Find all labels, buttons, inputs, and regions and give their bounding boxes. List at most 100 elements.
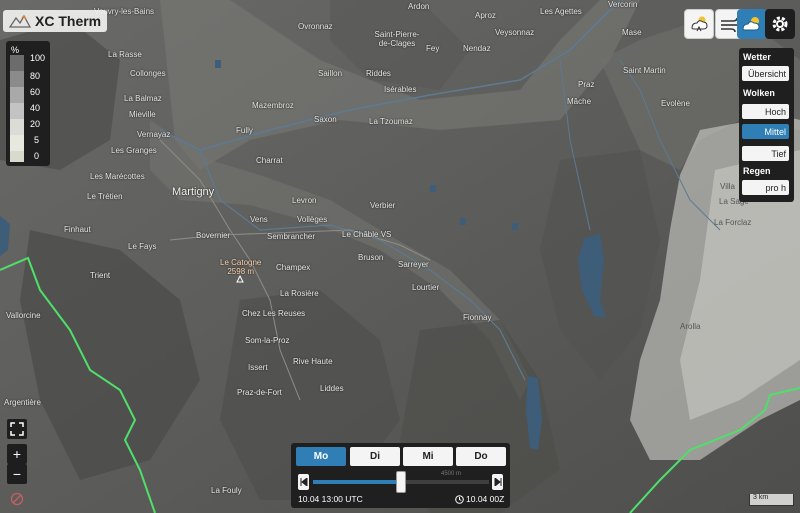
place-label: Bovernier — [196, 231, 231, 240]
peak-elevation: 2598 m — [227, 267, 255, 276]
skip-forward-icon — [494, 478, 501, 486]
place-label: Fully — [236, 126, 253, 135]
map-canvas[interactable]: Vouvry-les-Bains Ovronnaz Ardon Aproz Le… — [0, 0, 800, 513]
place-label: Mase — [622, 28, 642, 37]
place-label: Issert — [248, 363, 268, 372]
skip-back-icon — [300, 478, 307, 486]
app-logo: XC Therm — [3, 10, 108, 32]
place-label: La Forclaz — [714, 218, 752, 227]
place-label: Praz-de-Fort — [237, 388, 282, 397]
map-scale-bar: 3 km — [749, 494, 794, 506]
fullscreen-button[interactable] — [7, 419, 27, 439]
place-label: La Tzoumaz — [369, 117, 413, 126]
fullscreen-icon — [10, 422, 24, 436]
tief-button[interactable]: Tief — [742, 146, 789, 161]
day-tab-mo[interactable]: Mo — [296, 447, 346, 466]
place-label: Charrat — [256, 156, 283, 165]
gear-icon — [772, 16, 788, 32]
time-slider-fill — [313, 480, 401, 484]
place-label: Ardon — [408, 2, 430, 11]
place-label: Verbier — [370, 201, 396, 210]
place-label: Argentière — [4, 398, 41, 407]
legend-level: 40 — [30, 103, 41, 113]
legend-swatch — [10, 103, 24, 119]
place-label: La Fouly — [211, 486, 242, 495]
time-slider-thumb[interactable] — [396, 471, 406, 493]
mittel-button[interactable]: Mittel — [742, 124, 789, 139]
place-label: La Balmaz — [124, 94, 162, 103]
place-label: Les Agettes — [540, 7, 582, 16]
place-label: La Rasse — [108, 50, 142, 59]
place-label: Riddes — [366, 69, 391, 78]
run-time-value: 10.04 00Z — [466, 494, 505, 504]
place-label: Rive Haute — [293, 357, 333, 366]
place-label: Mazembroz — [252, 101, 294, 110]
legend-level: 20 — [30, 119, 41, 129]
place-label: Villa — [720, 182, 735, 191]
place-label: Vernayaz — [137, 130, 171, 139]
zoom-in-button[interactable]: + — [7, 444, 27, 464]
legend-swatch — [10, 119, 24, 135]
legend-swatch — [10, 55, 24, 71]
place-label: Praz — [578, 80, 595, 89]
regen-heading: Regen — [743, 166, 771, 176]
thermal-layer-button[interactable] — [684, 9, 714, 39]
place-label: Nendaz — [463, 44, 491, 53]
place-label: Mâche — [567, 97, 592, 106]
cloud-cover-legend: % 100 80 60 40 20 5 0 — [6, 41, 50, 166]
place-label: Le Trétien — [87, 192, 123, 201]
time-slider-panel: Mo Di Mi Do 4500 m 10.04 13:00 UTC 10.04… — [291, 443, 510, 508]
run-time-label: 10.04 00Z — [455, 494, 504, 504]
place-label: Evolène — [661, 99, 690, 108]
place-label: Saint Martin — [623, 66, 666, 75]
place-label: Veysonnaz — [495, 28, 535, 37]
hoch-button[interactable]: Hoch — [742, 104, 789, 119]
settings-button[interactable] — [765, 9, 795, 39]
place-label-major: Martigny — [172, 186, 215, 198]
place-label: Fionnay — [463, 313, 492, 322]
legend-swatch — [10, 71, 24, 87]
place-label: Fey — [426, 44, 440, 53]
no-entry-icon — [10, 492, 24, 506]
wetter-heading: Wetter — [743, 52, 771, 62]
place-label: Les Marécottes — [90, 172, 145, 181]
uebersicht-button[interactable]: Übersicht — [742, 66, 789, 81]
place-label: Vens — [250, 215, 268, 224]
clock-icon — [455, 494, 464, 504]
legend-level: 100 — [30, 53, 46, 63]
place-label: Le Châble VS — [342, 230, 392, 239]
day-tab-do[interactable]: Do — [456, 447, 506, 466]
place-label: Mieville — [129, 110, 156, 119]
disabled-layer-button[interactable] — [7, 489, 27, 509]
pro-h-button[interactable]: pro h — [742, 180, 789, 195]
place-label: Vercorin — [608, 0, 638, 9]
step-back-button[interactable] — [298, 474, 309, 490]
place-label: Collonges — [130, 69, 166, 78]
weather-panel: Wetter Übersicht Wolken Hoch Mittel Tief… — [739, 48, 794, 202]
place-label: Lourtier — [412, 283, 440, 292]
app-title: XC Therm — [35, 13, 102, 29]
legend-swatch — [10, 151, 24, 162]
place-label: Finhaut — [64, 225, 91, 234]
step-forward-button[interactable] — [492, 474, 503, 490]
day-tab-mi[interactable]: Mi — [403, 447, 453, 466]
mountain-logo-icon — [9, 14, 31, 28]
place-label: Isérables — [384, 85, 417, 94]
place-label: Som-la-Proz — [245, 336, 290, 345]
place-label: Bruson — [358, 253, 384, 262]
place-label: Vollèges — [297, 215, 328, 224]
cloud-layer-button[interactable] — [737, 9, 767, 39]
legend-swatch — [10, 135, 24, 151]
place-label: Saxon — [314, 115, 337, 124]
zoom-out-button[interactable]: − — [7, 464, 27, 484]
place-label: Levron — [292, 196, 317, 205]
place-label: Les Granges — [111, 146, 157, 155]
place-label: Liddes — [320, 384, 344, 393]
day-tab-di[interactable]: Di — [350, 447, 400, 466]
place-label: Chez Les Reuses — [242, 309, 306, 318]
peak-name: Le Catogne — [220, 258, 262, 267]
place-label: Sembrancher — [267, 232, 316, 241]
legend-level: 60 — [30, 87, 41, 97]
legend-swatch — [10, 87, 24, 103]
legend-level: 5 — [34, 135, 40, 145]
